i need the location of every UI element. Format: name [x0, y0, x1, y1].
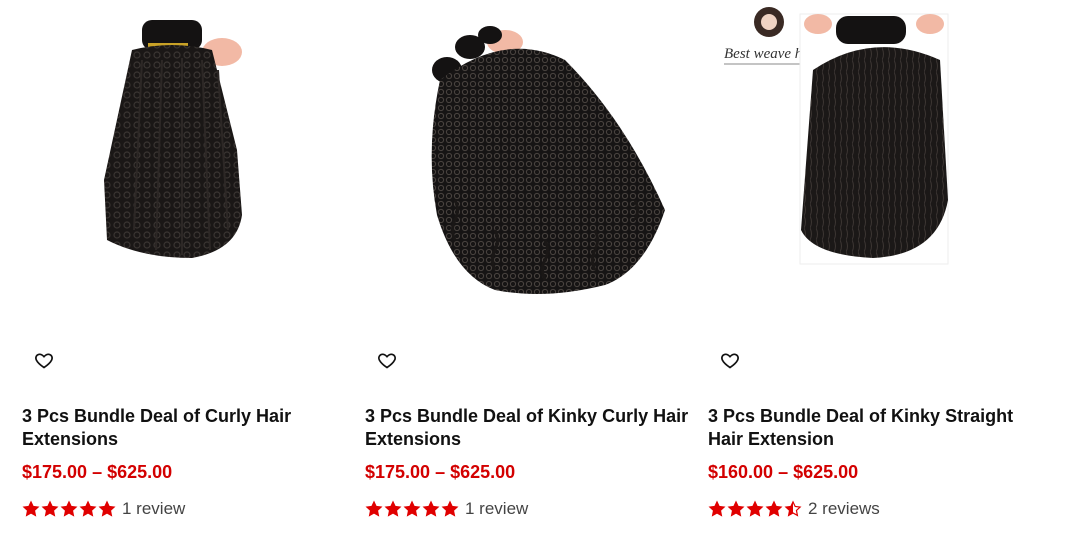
- product-price: $160.00 – $625.00: [708, 462, 859, 482]
- star-full-icon: [365, 500, 383, 517]
- wishlist-heart-icon[interactable]: [720, 350, 740, 370]
- kinky-curly-hair-bundle-image: [365, 0, 695, 340]
- wishlist-heart-icon[interactable]: [34, 350, 54, 370]
- wishlist-heart-icon[interactable]: [377, 350, 397, 370]
- star-half-icon: [784, 500, 802, 517]
- kinky-straight-hair-bundle-image: Best weave hair: [708, 0, 1038, 340]
- rating-stars: [22, 500, 116, 518]
- product-price: $175.00 – $625.00: [365, 462, 516, 482]
- product-title[interactable]: 3 Pcs Bundle Deal of Kinky Curly Hair Ex…: [365, 405, 695, 451]
- product-rating: 1 review: [365, 497, 528, 521]
- rating-stars: [365, 500, 459, 518]
- product-card: 3 Pcs Bundle Deal of Curly Hair Extensio…: [22, 0, 352, 537]
- product-image[interactable]: Best weave hair: [708, 0, 1038, 340]
- rating-stars: [708, 500, 802, 518]
- product-image[interactable]: [22, 0, 352, 340]
- product-card: Best weave hair 3 Pcs Bundle Deal of Kin…: [708, 0, 1038, 537]
- star-full-icon: [727, 500, 745, 517]
- reviews-link[interactable]: 1 review: [122, 499, 185, 519]
- curly-hair-bundle-image: [22, 0, 352, 340]
- product-rating: 2 reviews: [708, 497, 880, 521]
- star-full-icon: [98, 500, 116, 517]
- star-full-icon: [422, 500, 440, 517]
- product-rating: 1 review: [22, 497, 185, 521]
- product-image[interactable]: [365, 0, 695, 340]
- star-full-icon: [60, 500, 78, 517]
- product-price: $175.00 – $625.00: [22, 462, 173, 482]
- product-card: 3 Pcs Bundle Deal of Kinky Curly Hair Ex…: [365, 0, 695, 537]
- star-full-icon: [708, 500, 726, 517]
- product-title[interactable]: 3 Pcs Bundle Deal of Curly Hair Extensio…: [22, 405, 352, 451]
- star-full-icon: [79, 500, 97, 517]
- star-full-icon: [765, 500, 783, 517]
- star-full-icon: [403, 500, 421, 517]
- reviews-link[interactable]: 1 review: [465, 499, 528, 519]
- reviews-link[interactable]: 2 reviews: [808, 499, 880, 519]
- star-full-icon: [384, 500, 402, 517]
- star-full-icon: [22, 500, 40, 517]
- star-full-icon: [41, 500, 59, 517]
- product-grid: 3 Pcs Bundle Deal of Curly Hair Extensio…: [0, 0, 1066, 537]
- star-full-icon: [441, 500, 459, 517]
- star-full-icon: [746, 500, 764, 517]
- product-title[interactable]: 3 Pcs Bundle Deal of Kinky Straight Hair…: [708, 405, 1038, 451]
